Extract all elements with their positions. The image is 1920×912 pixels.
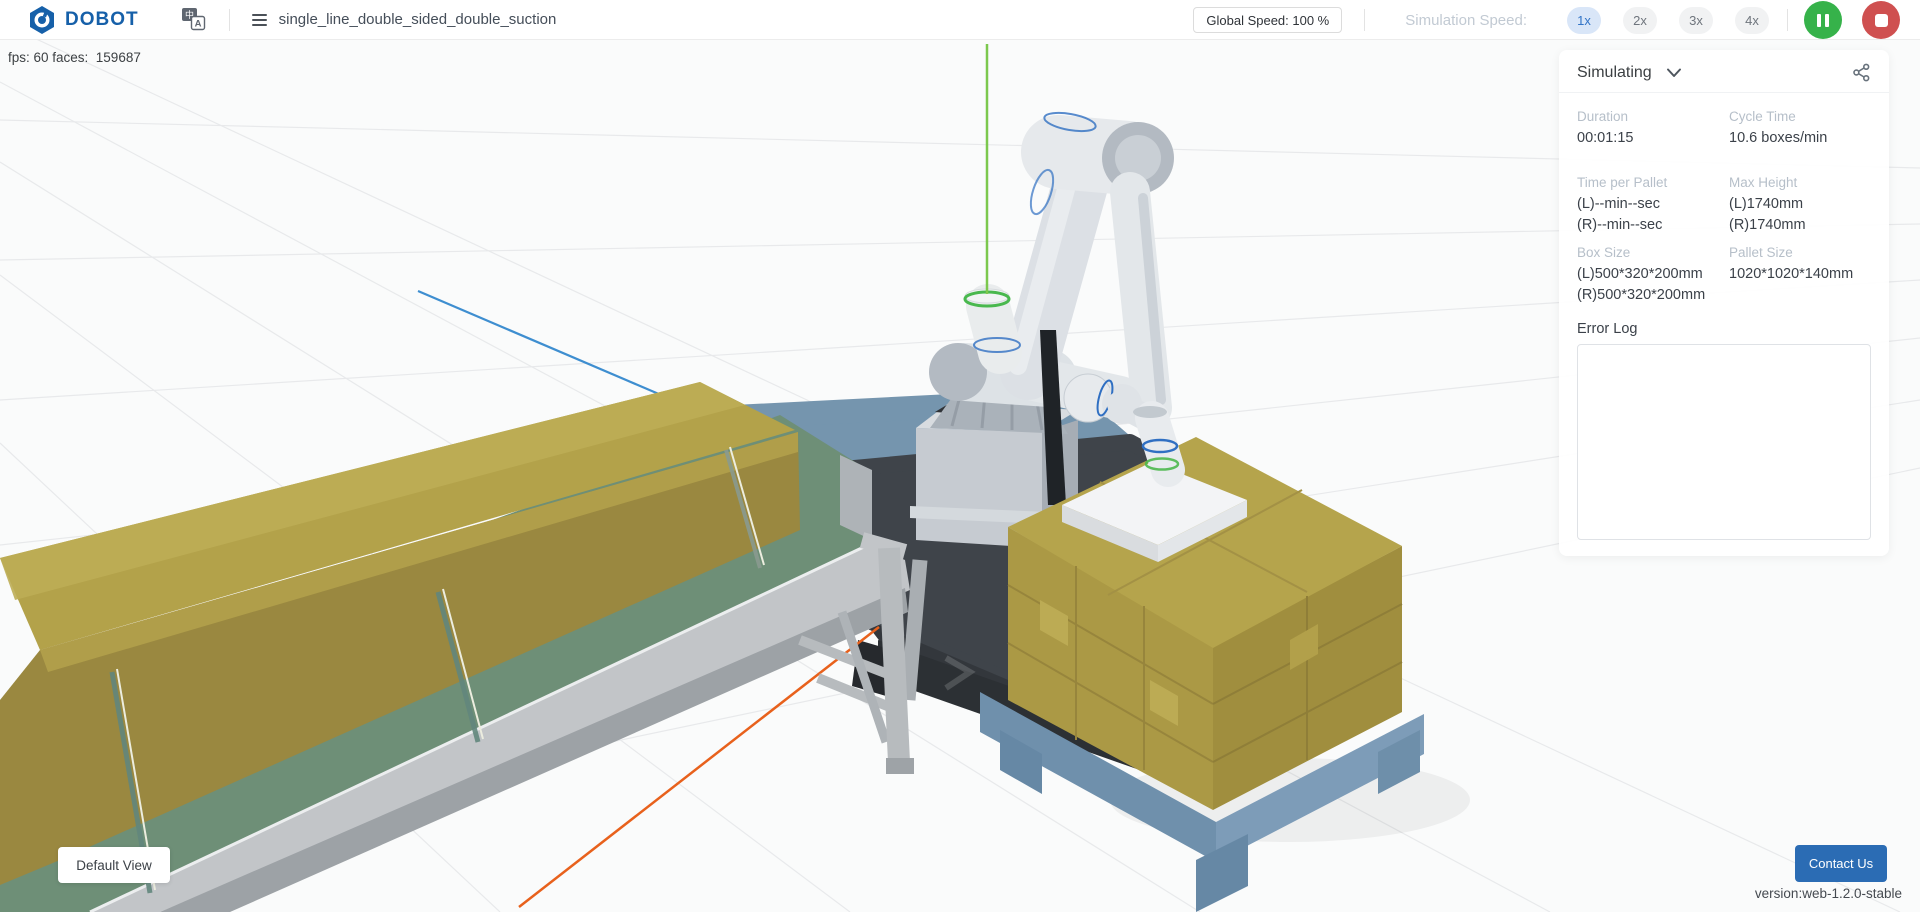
menu-icon[interactable] — [252, 14, 267, 26]
panel-header: Simulating — [1559, 50, 1889, 93]
default-view-button[interactable]: Default View — [58, 847, 170, 883]
pause-icon — [1817, 14, 1829, 27]
language-switch[interactable]: 中 A — [181, 7, 207, 32]
toolbar: DOBOT 中 A single_line_double_sided_doubl… — [0, 0, 1920, 40]
panel-body: Duration 00:01:15 Cycle Time 10.6 boxes/… — [1559, 93, 1889, 556]
global-speed-button[interactable]: Global Speed: 100 % — [1193, 7, 1342, 33]
chevron-down-icon[interactable] — [1666, 68, 1682, 78]
toolbar-divider — [229, 9, 230, 31]
stat-duration: Duration 00:01:15 — [1577, 109, 1729, 149]
conveyor — [0, 382, 910, 912]
status-label[interactable]: Simulating — [1577, 64, 1652, 82]
language-icon: 中 A — [181, 7, 207, 32]
fps-counter: fps: 60 faces: 159687 — [8, 50, 141, 65]
svg-text:A: A — [194, 19, 201, 30]
toolbar-divider-3 — [1787, 9, 1788, 31]
speed-chip-1x[interactable]: 1x — [1567, 7, 1601, 34]
toolbar-divider-2 — [1364, 9, 1365, 31]
stat-cycle-time: Cycle Time 10.6 boxes/min — [1729, 109, 1871, 149]
speed-chip-4x[interactable]: 4x — [1735, 7, 1769, 34]
error-log-label: Error Log — [1577, 321, 1871, 337]
version-text: version:web-1.2.0-stable — [1755, 886, 1902, 901]
share-icon[interactable] — [1852, 63, 1871, 82]
pause-button[interactable] — [1804, 1, 1842, 39]
stop-button[interactable] — [1862, 1, 1900, 39]
contact-us-button[interactable]: Contact Us — [1795, 845, 1887, 882]
stat-pallet-size: Pallet Size 1020*1020*140mm — [1729, 245, 1871, 306]
dobot-logo[interactable]: DOBOT — [28, 5, 139, 35]
stat-box-size: Box Size (L)500*320*200mm (R)500*320*200… — [1577, 245, 1729, 306]
project-title[interactable]: single_line_double_sided_double_suction — [279, 11, 557, 28]
speed-chip-3x[interactable]: 3x — [1679, 7, 1713, 34]
simulation-status-panel: Simulating Duration 00:01:15 Cycle Time … — [1559, 50, 1889, 556]
speed-chip-2x[interactable]: 2x — [1623, 7, 1657, 34]
simulation-speed-label: Simulation Speed: — [1405, 12, 1527, 29]
stat-max-height: Max Height (L)1740mm (R)1740mm — [1729, 175, 1871, 236]
dobot-hexagon-icon — [28, 5, 56, 35]
stat-time-per-pallet: Time per Pallet (L)--min--sec (R)--min--… — [1577, 175, 1729, 236]
stop-icon — [1875, 14, 1888, 27]
brand-name: DOBOT — [65, 9, 139, 31]
error-log-box[interactable] — [1577, 344, 1871, 540]
